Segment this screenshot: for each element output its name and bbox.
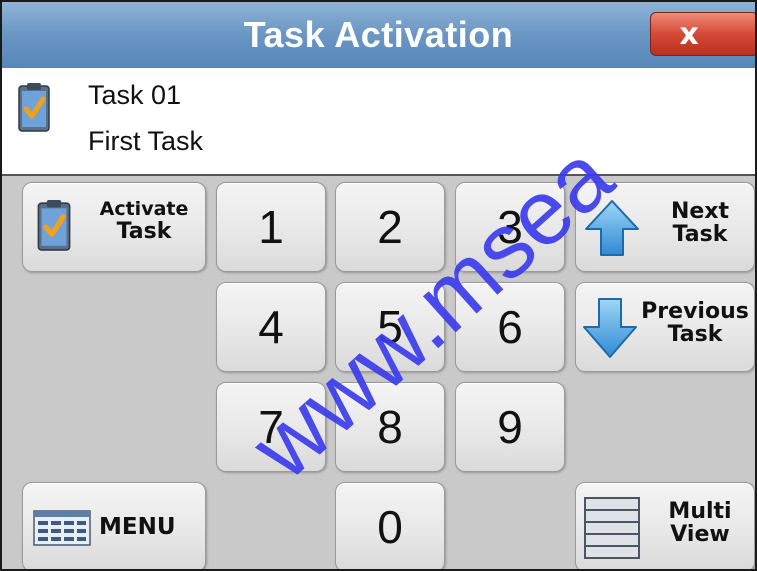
key-0-label: 0: [377, 501, 403, 553]
menu-label: MENU: [99, 514, 176, 540]
task-name: First Task: [88, 126, 204, 156]
key-3-label: 3: [497, 201, 523, 253]
previous-task-button[interactable]: Previous Task: [575, 282, 755, 372]
key-2-label: 2: [377, 201, 403, 253]
activate-task-button[interactable]: Activate Task: [22, 182, 206, 272]
task-info-panel: Task 01 First Task: [2, 68, 755, 176]
title-bar: Task Activation x: [2, 2, 755, 68]
activate-label-line2: Task: [116, 218, 172, 244]
key-8-label: 8: [377, 401, 403, 453]
key-9-label: 9: [497, 401, 523, 453]
key-9-button[interactable]: 9: [455, 382, 565, 472]
close-icon: x: [679, 16, 699, 52]
previous-label-line1: Previous: [641, 299, 749, 324]
key-4-label: 4: [258, 301, 284, 353]
multi-view-button[interactable]: Multi View: [575, 482, 755, 569]
key-1-button[interactable]: 1: [216, 182, 326, 272]
key-4-button[interactable]: 4: [216, 282, 326, 372]
menu-button[interactable]: MENU: [22, 482, 206, 569]
arrow-down-icon: [580, 295, 640, 366]
activate-label-line1: Activate: [99, 198, 189, 220]
task-id: Task 01: [88, 80, 182, 110]
list-view-icon: [584, 497, 640, 564]
next-task-button[interactable]: Next Task: [575, 182, 755, 272]
next-label-line2: Task: [672, 222, 728, 248]
window-title: Task Activation: [243, 14, 514, 55]
close-button[interactable]: x: [650, 12, 755, 56]
clipboard-check-icon: [37, 199, 71, 256]
key-5-button[interactable]: 5: [335, 282, 445, 372]
key-0-button[interactable]: 0: [335, 482, 445, 569]
key-6-button[interactable]: 6: [455, 282, 565, 372]
key-5-label: 5: [377, 301, 403, 353]
next-label-line1: Next: [670, 199, 730, 224]
key-7-button[interactable]: 7: [216, 382, 326, 472]
previous-label-line2: Task: [667, 322, 723, 348]
clipboard-check-icon: [18, 82, 50, 137]
key-2-button[interactable]: 2: [335, 182, 445, 272]
key-8-button[interactable]: 8: [335, 382, 445, 472]
multi-label-line2: View: [670, 522, 730, 548]
task-activation-window: Task Activation x Task 01 First Task Act…: [0, 0, 757, 571]
arrow-up-icon: [582, 197, 642, 264]
key-3-button[interactable]: 3: [455, 182, 565, 272]
key-7-label: 7: [258, 401, 284, 453]
menu-grid-icon: [33, 510, 91, 551]
key-1-label: 1: [258, 201, 284, 253]
key-6-label: 6: [497, 301, 523, 353]
multi-label-line1: Multi: [668, 499, 732, 524]
